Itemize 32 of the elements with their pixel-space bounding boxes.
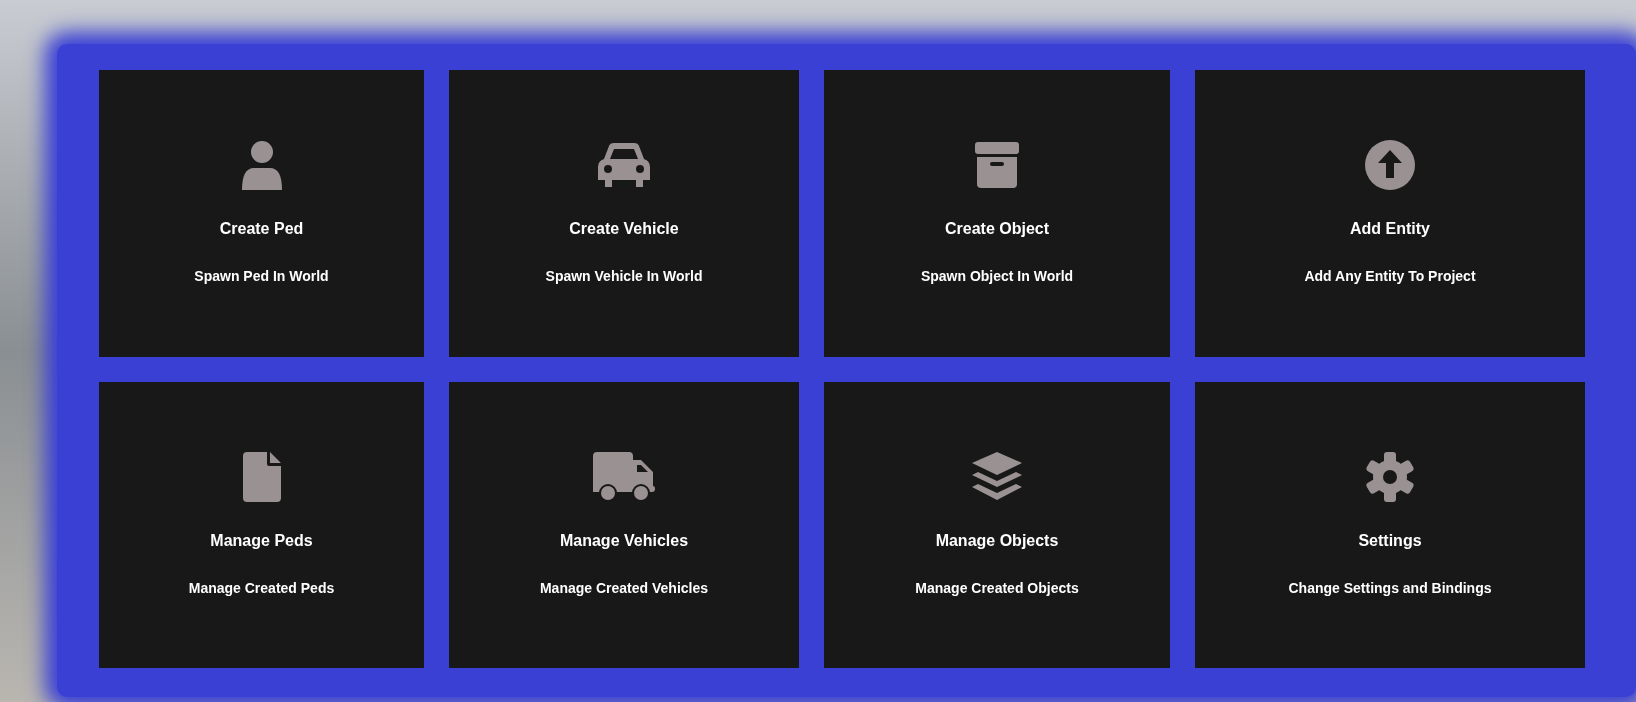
card-title: Settings <box>1358 531 1422 551</box>
card-title: Create Ped <box>219 219 304 239</box>
menu-card[interactable]: Settings Change Settings and Bindings <box>1195 382 1585 668</box>
card-subtitle: Add Any Entity To Project <box>1304 267 1476 285</box>
menu-card[interactable]: Create Vehicle Spawn Vehicle In World <box>449 70 799 357</box>
upload-circle-icon <box>1365 140 1415 190</box>
box-icon <box>975 142 1019 188</box>
person-icon <box>239 140 284 190</box>
card-subtitle: Manage Created Objects <box>915 579 1079 597</box>
menu-card[interactable]: Manage Vehicles Manage Created Vehicles <box>449 382 799 668</box>
car-icon <box>597 142 651 188</box>
card-subtitle: Change Settings and Bindings <box>1288 579 1492 597</box>
card-subtitle: Spawn Vehicle In World <box>545 267 703 285</box>
card-title: Create Object <box>944 219 1049 239</box>
card-title: Manage Vehicles <box>559 531 689 551</box>
card-title: Manage Objects <box>935 531 1059 551</box>
truck-icon <box>593 452 655 502</box>
card-title: Add Entity <box>1350 219 1430 239</box>
card-subtitle: Spawn Ped In World <box>194 267 329 285</box>
menu-card[interactable]: Manage Peds Manage Created Peds <box>99 382 424 668</box>
menu-card[interactable]: Create Object Spawn Object In World <box>824 70 1170 357</box>
settings-icon <box>1365 452 1415 502</box>
menu-card[interactable]: Manage Objects Manage Created Objects <box>824 382 1170 668</box>
card-subtitle: Spawn Object In World <box>920 267 1074 285</box>
card-subtitle: Manage Created Peds <box>188 579 335 597</box>
menu-card[interactable]: Create Ped Spawn Ped In World <box>99 70 424 357</box>
card-title: Create Vehicle <box>569 219 679 239</box>
menu-card[interactable]: Add Entity Add Any Entity To Project <box>1195 70 1585 357</box>
layers-icon <box>970 452 1024 502</box>
card-subtitle: Manage Created Vehicles <box>539 579 709 597</box>
file-icon <box>242 452 281 502</box>
card-title: Manage Peds <box>210 531 313 551</box>
